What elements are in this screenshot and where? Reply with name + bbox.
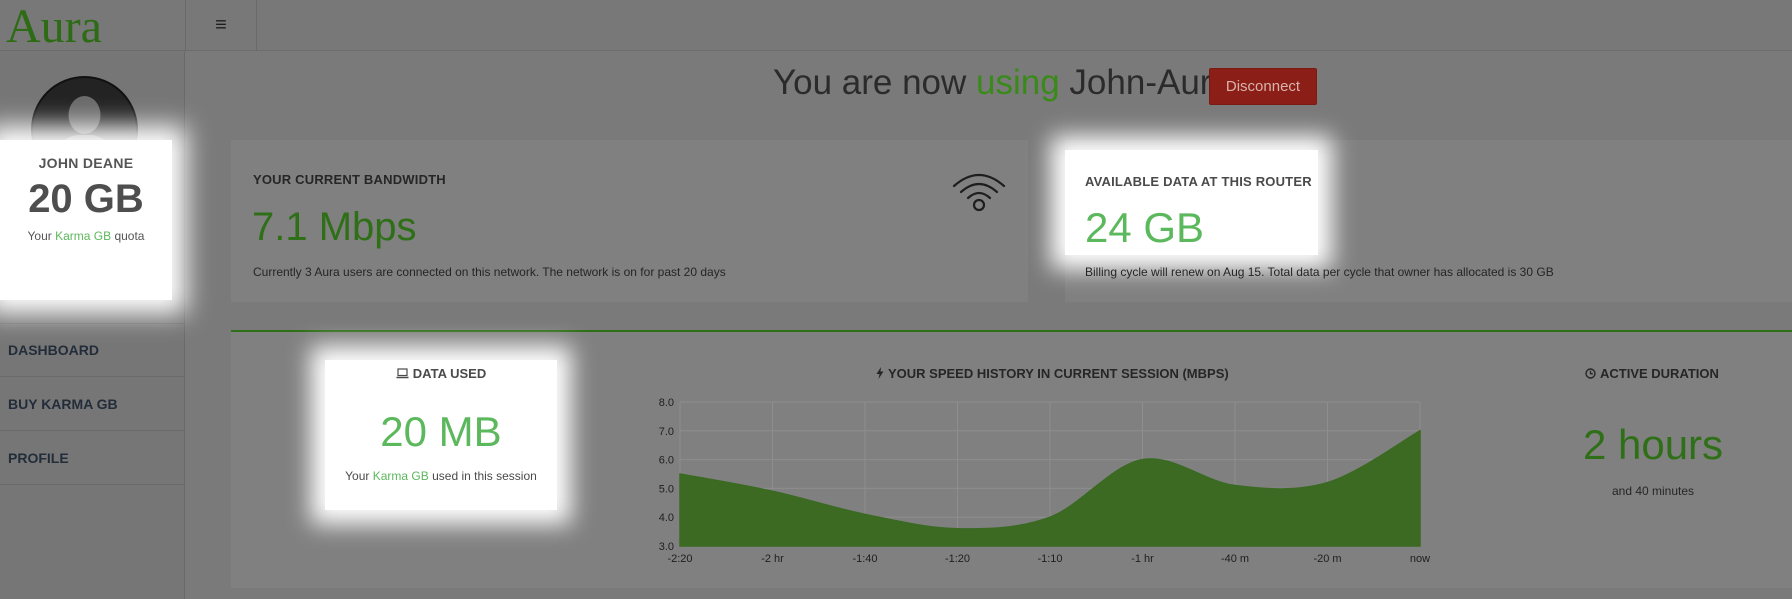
chart-y-tick-label: 8.0	[659, 397, 674, 409]
bolt-icon	[876, 367, 884, 379]
data-used-header: DATA USED	[325, 366, 557, 381]
chart-y-tick-label: 5.0	[659, 483, 674, 495]
sidebar-nav: DASHBOARD BUY KARMA GB PROFILE	[0, 323, 185, 485]
chart-y-tick-label: 4.0	[659, 512, 674, 524]
hamburger-icon[interactable]: ≡	[186, 0, 257, 51]
speed-history-header: YOUR SPEED HISTORY IN CURRENT SESSION (M…	[876, 366, 1229, 381]
chart-x-tick-label: -1 hr	[1131, 553, 1154, 565]
data-used-title: DATA USED	[412, 366, 487, 381]
headline-prefix: You are now	[773, 63, 977, 102]
disconnect-button[interactable]: Disconnect	[1209, 68, 1317, 105]
data-used-card: DATA USED 20 MB Your Karma GB used in th…	[325, 360, 557, 510]
bandwidth-card: YOUR CURRENT BANDWIDTH 7.1 Mbps Currentl…	[231, 140, 1028, 302]
sidebar-item-buy-karma-gb[interactable]: BUY KARMA GB	[0, 377, 185, 431]
clock-icon	[1585, 368, 1596, 379]
available-data-highlight: AVAILABLE DATA AT THIS ROUTER 24 GB	[1065, 150, 1318, 255]
user-name: JOHN DEANE	[38, 155, 134, 171]
available-data-note: Billing cycle will renew on Aug 15. Tota…	[1085, 265, 1554, 279]
available-data-value: 24 GB	[1085, 204, 1205, 251]
chart-x-ticks: -2:20 -2 hr -1:40 -1:20 -1:10 -1 hr -40 m -20 m…	[667, 553, 1430, 565]
chart-x-tick-label: -2 hr	[761, 553, 784, 565]
karma-gb-link[interactable]: Karma GB	[55, 229, 111, 243]
chart-x-tick-label: -1:40	[852, 553, 877, 565]
top-bar: Aura ≡	[0, 0, 1792, 52]
chart-y-tick-label: 6.0	[659, 455, 674, 467]
speed-history-chart: 3.04.05.06.07.08.0 -2:20 -2 hr -1:40 -1:20-…	[659, 397, 1430, 565]
chart-y-tick-label: 7.0	[659, 426, 674, 438]
chart-y-ticks: 3.0 4.0 5.0 6.0 7.0 8.0	[659, 397, 674, 553]
data-used-note-prefix: Your	[345, 469, 373, 483]
data-used-note: Your Karma GB used in this session	[325, 469, 557, 483]
chart-y-tick-label: 3.0	[659, 541, 674, 553]
quota-note: Your Karma GB quota	[0, 229, 172, 243]
active-duration-title: ACTIVE DURATION	[1600, 366, 1719, 381]
user-quota: 20 GB	[28, 177, 144, 221]
network-name: John-Aura	[1059, 63, 1231, 102]
sidebar: DASHBOARD BUY KARMA GB PROFILE	[0, 51, 185, 599]
chart-x-tick-label: -2:20	[667, 553, 692, 565]
active-duration-value: 2 hours	[1582, 421, 1724, 468]
chart-x-tick-label: -1:20	[945, 553, 970, 565]
laptop-icon	[396, 368, 409, 379]
wifi-icon	[952, 173, 1006, 212]
data-used-note-suffix: used in this session	[428, 469, 537, 483]
quota-note-prefix: Your	[27, 229, 56, 243]
bandwidth-title: YOUR CURRENT BANDWIDTH	[253, 172, 446, 187]
chart-x-tick-label: -40 m	[1221, 553, 1249, 565]
sidebar-item-profile[interactable]: PROFILE	[0, 431, 185, 485]
connection-headline: You are now using John-Aura	[773, 58, 1231, 108]
karma-gb-link-session[interactable]: Karma GB	[373, 469, 429, 483]
sidebar-item-dashboard[interactable]: DASHBOARD	[0, 323, 185, 377]
chart-x-tick-label: now	[1410, 553, 1430, 565]
brand-logo[interactable]: Aura	[6, 2, 102, 52]
available-data-title: AVAILABLE DATA AT THIS ROUTER	[1085, 174, 1312, 189]
bandwidth-note: Currently 3 Aura users are connected on …	[253, 265, 726, 279]
active-duration-note: and 40 minutes	[1611, 484, 1695, 498]
quota-note-suffix: quota	[111, 229, 145, 243]
profile-summary: JOHN DEANE 20 GB Your Karma GB quota	[0, 140, 172, 300]
chart-x-tick-label: -1:10	[1037, 553, 1062, 565]
headline-highlight: using	[976, 63, 1060, 102]
active-duration-header: ACTIVE DURATION	[1585, 366, 1719, 381]
chart-x-tick-label: -20 m	[1313, 553, 1341, 565]
bandwidth-value: 7.1 Mbps	[252, 205, 417, 249]
speed-history-title: YOUR SPEED HISTORY IN CURRENT SESSION (M…	[888, 366, 1229, 381]
data-used-value: 20 MB	[380, 408, 502, 455]
